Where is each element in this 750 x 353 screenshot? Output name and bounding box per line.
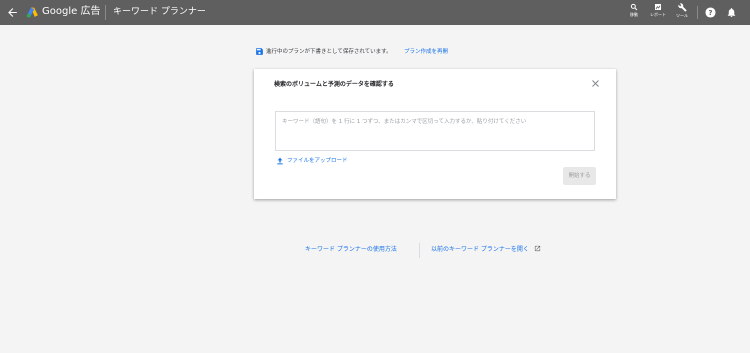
open-previous-planner-label: 以前のキーワード プランナーを開く — [431, 246, 529, 253]
resume-plan-link[interactable]: プラン作成を再開 — [404, 46, 448, 58]
google-ads-logo-icon — [26, 7, 38, 18]
back-arrow-icon[interactable] — [6, 6, 19, 19]
tools-button[interactable]: ツール — [669, 3, 695, 23]
search-icon — [630, 3, 638, 11]
wrench-icon — [677, 3, 687, 12]
bell-icon[interactable] — [726, 7, 737, 18]
footer-divider — [419, 243, 420, 258]
upload-icon — [277, 157, 283, 165]
page-title: キーワード プランナー — [113, 7, 206, 17]
open-previous-planner-link[interactable]: 以前のキーワード プランナーを開く — [431, 244, 541, 256]
goto-label: 移動 — [630, 12, 638, 17]
report-icon — [655, 4, 661, 10]
help-icon[interactable]: ? — [705, 7, 716, 18]
close-icon[interactable] — [591, 79, 600, 88]
brand-name: Google 広告 — [42, 6, 101, 17]
search-volume-card: 検索のボリュームと予測のデータを確認する キーワード（語句）を 1 行に 1 つ… — [254, 69, 616, 199]
card-title: 検索のボリュームと予測のデータを確認する — [274, 81, 394, 88]
external-link-icon — [534, 245, 540, 252]
reports-label: レポート — [650, 12, 666, 17]
start-button[interactable]: 開始する — [563, 167, 596, 185]
save-icon — [256, 48, 263, 55]
svg-text:?: ? — [709, 9, 713, 17]
goto-button[interactable]: 移動 — [621, 3, 647, 23]
keyword-input[interactable]: キーワード（語句）を 1 行に 1 つずつ、またはカンマで区切って入力するか、貼… — [275, 111, 595, 151]
draft-notice-message: 進行中のプランが下書きとして保存されています。 — [266, 49, 392, 55]
top-app-bar: Google 広告 キーワード プランナー 移動 レポート ツール ? — [0, 0, 750, 25]
how-to-use-link[interactable]: キーワード プランナーの使用方法 — [305, 244, 397, 256]
tools-label: ツール — [676, 13, 688, 18]
header-divider-right — [697, 6, 698, 19]
upload-file-label: ファイルをアップロード — [287, 158, 348, 164]
reports-button[interactable]: レポート — [645, 3, 671, 23]
header-divider — [105, 5, 106, 20]
